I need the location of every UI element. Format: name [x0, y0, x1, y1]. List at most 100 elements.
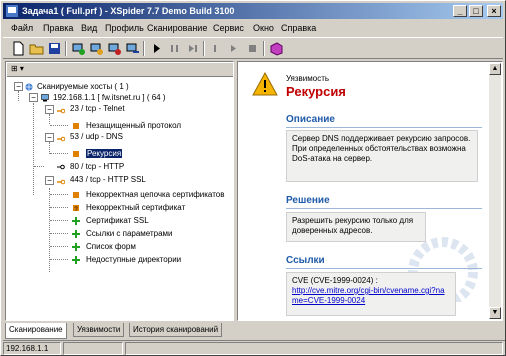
resume-icon[interactable]	[209, 41, 224, 56]
cve-link[interactable]: http://cve.mitre.org/cgi-bin/cvename.cgi…	[292, 286, 450, 306]
app-window: Задача1 ( Full.prf ) - XSpider 7.7 Demo …	[0, 0, 506, 356]
menu-service[interactable]: Сервис	[213, 23, 244, 33]
tree-info-label[interactable]: Недоступные директории	[86, 254, 181, 265]
detail-scrollbar[interactable]: ▲ ▼	[489, 63, 501, 319]
expand-port-toggle[interactable]: −	[45, 133, 54, 142]
info-plus-icon	[72, 243, 80, 251]
menu-profile[interactable]: Профиль	[105, 23, 144, 33]
toolbar-separator	[203, 41, 205, 56]
tree-line	[49, 114, 50, 124]
expand-host-toggle[interactable]: −	[29, 93, 38, 102]
app-icon	[6, 5, 18, 17]
divider	[286, 268, 482, 269]
status-address: 192.168.1.1	[3, 342, 61, 355]
question-square-icon: ?	[73, 205, 79, 212]
menu-help[interactable]: Справка	[281, 23, 316, 33]
open-folder-icon[interactable]	[29, 41, 44, 56]
vuln-name: Рекурсия	[286, 84, 346, 99]
warning-triangle-icon	[252, 72, 278, 96]
tree-line	[33, 103, 34, 195]
tree-line	[50, 125, 68, 126]
status-cell	[63, 342, 123, 355]
tree-port-label[interactable]: 80 / tcp - HTTP	[70, 161, 124, 172]
description-text: Сервер DNS поддерживает рекурсию запросо…	[292, 134, 471, 163]
menu-scan[interactable]: Сканирование	[147, 23, 207, 33]
cve-label: CVE (CVE-1999-0024) :	[292, 276, 378, 285]
tree-host-label[interactable]: 192.168.1.1 [ fw.itsnet.ru ] ( 64 )	[53, 92, 166, 103]
tree-line	[50, 259, 68, 260]
port-closed-icon	[57, 164, 65, 170]
expand-root-toggle[interactable]: −	[14, 82, 23, 91]
skip-icon[interactable]	[227, 41, 242, 56]
tree-vuln-selected[interactable]: Рекурсия	[86, 149, 123, 158]
add-host-icon[interactable]	[89, 41, 104, 56]
warning-square-icon	[73, 123, 79, 129]
info-plus-icon	[72, 230, 80, 238]
start-scan-icon[interactable]	[149, 41, 164, 56]
tree-line	[50, 194, 68, 195]
menu-edit[interactable]: Правка	[43, 23, 73, 33]
tree-line	[50, 220, 68, 221]
expand-port-toggle[interactable]: −	[45, 176, 54, 185]
scroll-down-arrow-icon[interactable]: ▼	[489, 307, 501, 319]
tab-vulnerabilities[interactable]: Уязвимости	[73, 323, 125, 337]
description-heading: Описание	[286, 114, 335, 125]
bottom-tabs: Сканирование Уязвимости История сканиров…	[5, 323, 503, 339]
tree-line	[50, 233, 68, 234]
tree-line	[50, 246, 68, 247]
host-computer-icon	[41, 94, 49, 102]
save-icon[interactable]	[47, 41, 62, 56]
tree-port-label[interactable]: 23 / tcp - Telnet	[70, 103, 125, 114]
port-open-icon	[57, 108, 65, 114]
tree-vuln-label[interactable]: Незащищенный протокол	[86, 120, 181, 131]
host-tree: − Сканируемые хосты ( 1 ) − 192.168.1.1 …	[6, 78, 233, 320]
tree-line	[34, 166, 44, 167]
tree-vuln-label[interactable]: Некорректная цепочка сертификатов	[86, 189, 224, 200]
detail-pane: Уязвимость Рекурсия Описание Сервер DNS …	[237, 61, 503, 321]
scroll-up-arrow-icon[interactable]: ▲	[489, 63, 501, 75]
port-open-icon	[57, 136, 65, 142]
vuln-kind: Уязвимость	[286, 74, 330, 83]
solution-heading: Решение	[286, 195, 330, 206]
new-file-icon[interactable]	[11, 41, 26, 56]
remove-host-icon[interactable]	[125, 41, 140, 56]
menu-bar: Файл Правка Вид Профиль Сканирование Сер…	[3, 21, 503, 36]
tree-port-label[interactable]: 443 / tcp - HTTP SSL	[70, 174, 146, 185]
tab-scan-history[interactable]: История сканирований	[129, 323, 223, 337]
tree-root-label[interactable]: Сканируемые хосты ( 1 )	[37, 81, 129, 92]
pause-icon[interactable]	[167, 41, 182, 56]
port-open-icon	[57, 179, 65, 185]
close-button[interactable]: ×	[487, 5, 501, 17]
links-heading: Ссылки	[286, 255, 325, 266]
tree-line	[50, 207, 68, 208]
menu-window[interactable]: Окно	[253, 23, 274, 33]
step-icon[interactable]	[185, 41, 200, 56]
tree-header: ⊞ ▾	[7, 63, 233, 77]
tree-port-label[interactable]: 53 / udp - DNS	[70, 131, 123, 142]
report-icon[interactable]	[269, 41, 284, 56]
tree-info-label[interactable]: Список форм	[86, 241, 136, 252]
tree-info-label[interactable]: Ссылки с параметрами	[86, 228, 173, 239]
tree-info-label[interactable]: Сертификат SSL	[86, 215, 149, 226]
toolbar-separator	[65, 41, 67, 56]
menu-view[interactable]: Вид	[81, 23, 97, 33]
divider	[286, 127, 482, 128]
tree-expand-button[interactable]: ⊞ ▾	[11, 64, 24, 73]
stop-icon[interactable]	[245, 41, 260, 56]
tab-scanning[interactable]: Сканирование	[5, 323, 67, 339]
host-tree-pane: ⊞ ▾ − Сканируемые хосты ( 1 ) − 192.168.…	[5, 61, 234, 321]
divider	[286, 208, 482, 209]
tree-line	[50, 153, 68, 154]
description-box: Сервер DNS поддерживает рекурсию запросо…	[286, 130, 478, 182]
expand-port-toggle[interactable]: −	[45, 105, 54, 114]
minimize-button[interactable]: _	[453, 5, 467, 17]
status-bar: 192.168.1.1	[3, 340, 505, 355]
menu-file[interactable]: Файл	[11, 23, 33, 33]
maximize-button[interactable]: □	[469, 5, 483, 17]
host-icon[interactable]	[71, 41, 86, 56]
toolbar-separator	[263, 41, 265, 56]
info-plus-icon	[72, 256, 80, 264]
host-group-icon[interactable]	[107, 41, 122, 56]
tree-vuln-label[interactable]: Некорректный сертификат	[86, 202, 185, 213]
info-plus-icon	[72, 217, 80, 225]
